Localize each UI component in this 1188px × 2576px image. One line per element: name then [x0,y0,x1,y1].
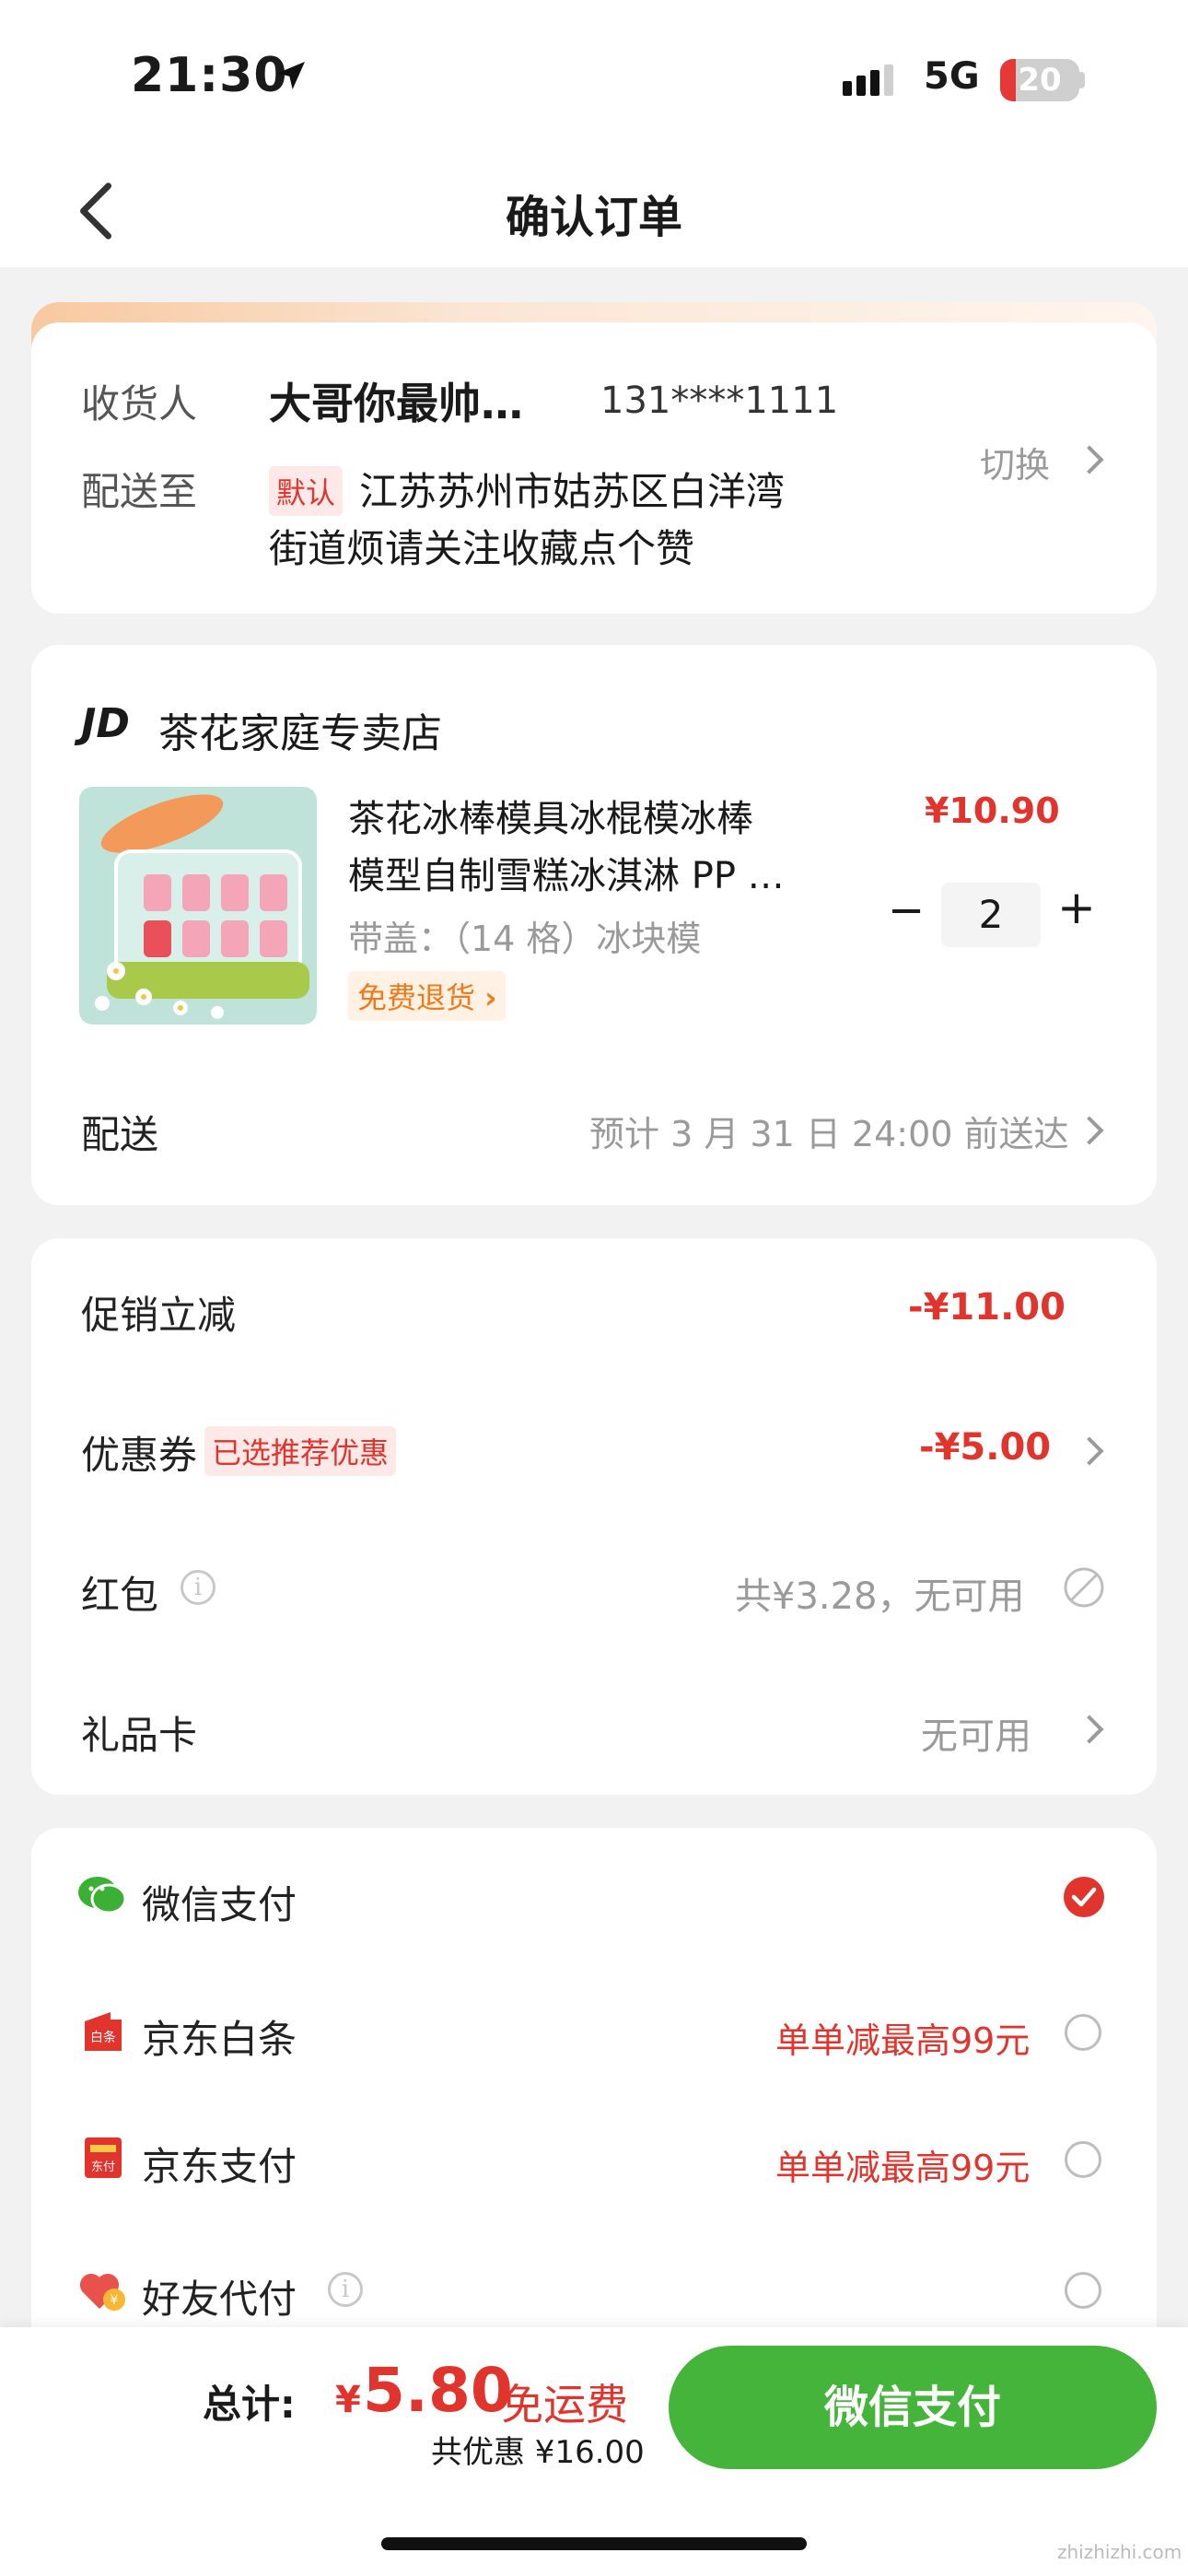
page-title: 确认订单 [505,192,682,243]
coupon-recommended-tag: 已选推荐优惠 [204,1426,397,1476]
product-price: ¥10.90 [925,790,1060,831]
switch-address-button[interactable]: 切换 [980,437,1050,487]
jd-baitiao-icon: 白条 [85,2012,122,2051]
unavailable-icon [1064,1567,1104,1608]
product-title-line-2[interactable]: 模型自制雪糕冰淇淋 PP … [348,846,785,899]
svg-text:白条: 白条 [90,2030,116,2045]
payment-friend-label[interactable]: 好友代付 [142,2268,297,2324]
address-line-2: 街道烦请关注收藏点个赞 [269,526,695,571]
heart-pay-icon: ¥ [79,2273,125,2311]
radio-icon[interactable] [1065,2141,1101,2178]
svg-text:东付: 东付 [91,2160,115,2174]
redpacket-label: 红包 [81,1573,159,1618]
location-arrow-icon [277,62,305,89]
quantity-minus-button[interactable]: − [888,884,925,936]
payment-jdpay-label[interactable]: 京东支付 [142,2136,297,2192]
receiver-phone: 131****1111 [600,380,839,422]
giftcard-value[interactable]: 无可用 [921,1706,1031,1760]
delivery-estimate[interactable]: 预计 3 月 31 日 24:00 前送达 [589,1106,1069,1156]
delivery-label: 配送 [81,1112,159,1157]
ship-to-label: 配送至 [81,469,198,514]
watermark-text: zhizhizhi.com [1057,2541,1182,2563]
status-time: 21:30 [131,48,288,103]
info-icon[interactable]: i [181,1570,215,1605]
free-return-tag[interactable]: 免费退货 › [348,971,507,1021]
quantity-plus-button[interactable]: + [1057,881,1096,934]
cellular-signal-icon [843,64,898,96]
network-type: 5G [924,55,980,98]
battery-level: 20 [1018,62,1062,99]
shop-name[interactable]: 茶花家庭专卖店 [158,700,442,759]
battery-icon: 20 [1000,59,1079,101]
radio-icon[interactable] [1065,2014,1101,2051]
payment-jdpay-promo: 单单减最高99元 [775,2148,1031,2188]
coupon-label: 优惠券 [81,1433,198,1478]
promo-label: 促销立减 [81,1293,237,1338]
payment-baitiao-label[interactable]: 京东白条 [142,2008,297,2065]
receiver-label: 收货人 [81,381,198,427]
checked-radio-icon[interactable] [1063,1876,1105,1918]
battery-tip [1079,72,1085,88]
total-amount: 5.80 [363,2355,513,2426]
payment-wechat-label[interactable]: 微信支付 [142,1874,297,1930]
radio-icon[interactable] [1065,2272,1101,2309]
address-line-1: 江苏苏州市姑苏区白洋湾 [359,469,786,514]
jd-logo: JD [81,700,130,747]
product-image[interactable] [79,787,317,1025]
quantity-value[interactable]: 2 [941,883,1041,947]
home-indicator [381,2537,807,2550]
wechat-icon [78,1877,127,1914]
promo-value: -¥11.00 [908,1286,1066,1329]
svg-text:¥: ¥ [111,2293,119,2308]
total-label: 总计: [203,2382,296,2427]
giftcard-label: 礼品卡 [81,1713,198,1758]
free-return-label: 免费退货 [357,980,476,1015]
payment-baitiao-promo: 单单减最高99元 [775,2020,1031,2061]
jd-pay-icon: 东付 [85,2137,122,2178]
free-shipping-label: 免运费 [501,2380,628,2430]
redpacket-value: 共¥3.28，无可用 [735,1575,1025,1618]
product-variant[interactable]: 带盖：（14 格）冰块模 [348,910,701,961]
total-savings: 共优惠 ¥16.00 [431,2434,645,2471]
default-address-tag: 默认 [269,466,344,516]
chevron-right-icon: › [484,980,497,1015]
receiver-name: 大哥你最帅… [269,379,523,428]
product-title-line-1[interactable]: 茶花冰棒模具冰棍模冰棒 [348,789,753,842]
coupon-value[interactable]: -¥5.00 [919,1426,1051,1469]
total-currency: ¥ [335,2379,361,2421]
info-icon[interactable]: i [328,2272,363,2307]
wechat-pay-button[interactable]: 微信支付 [669,2346,1157,2469]
